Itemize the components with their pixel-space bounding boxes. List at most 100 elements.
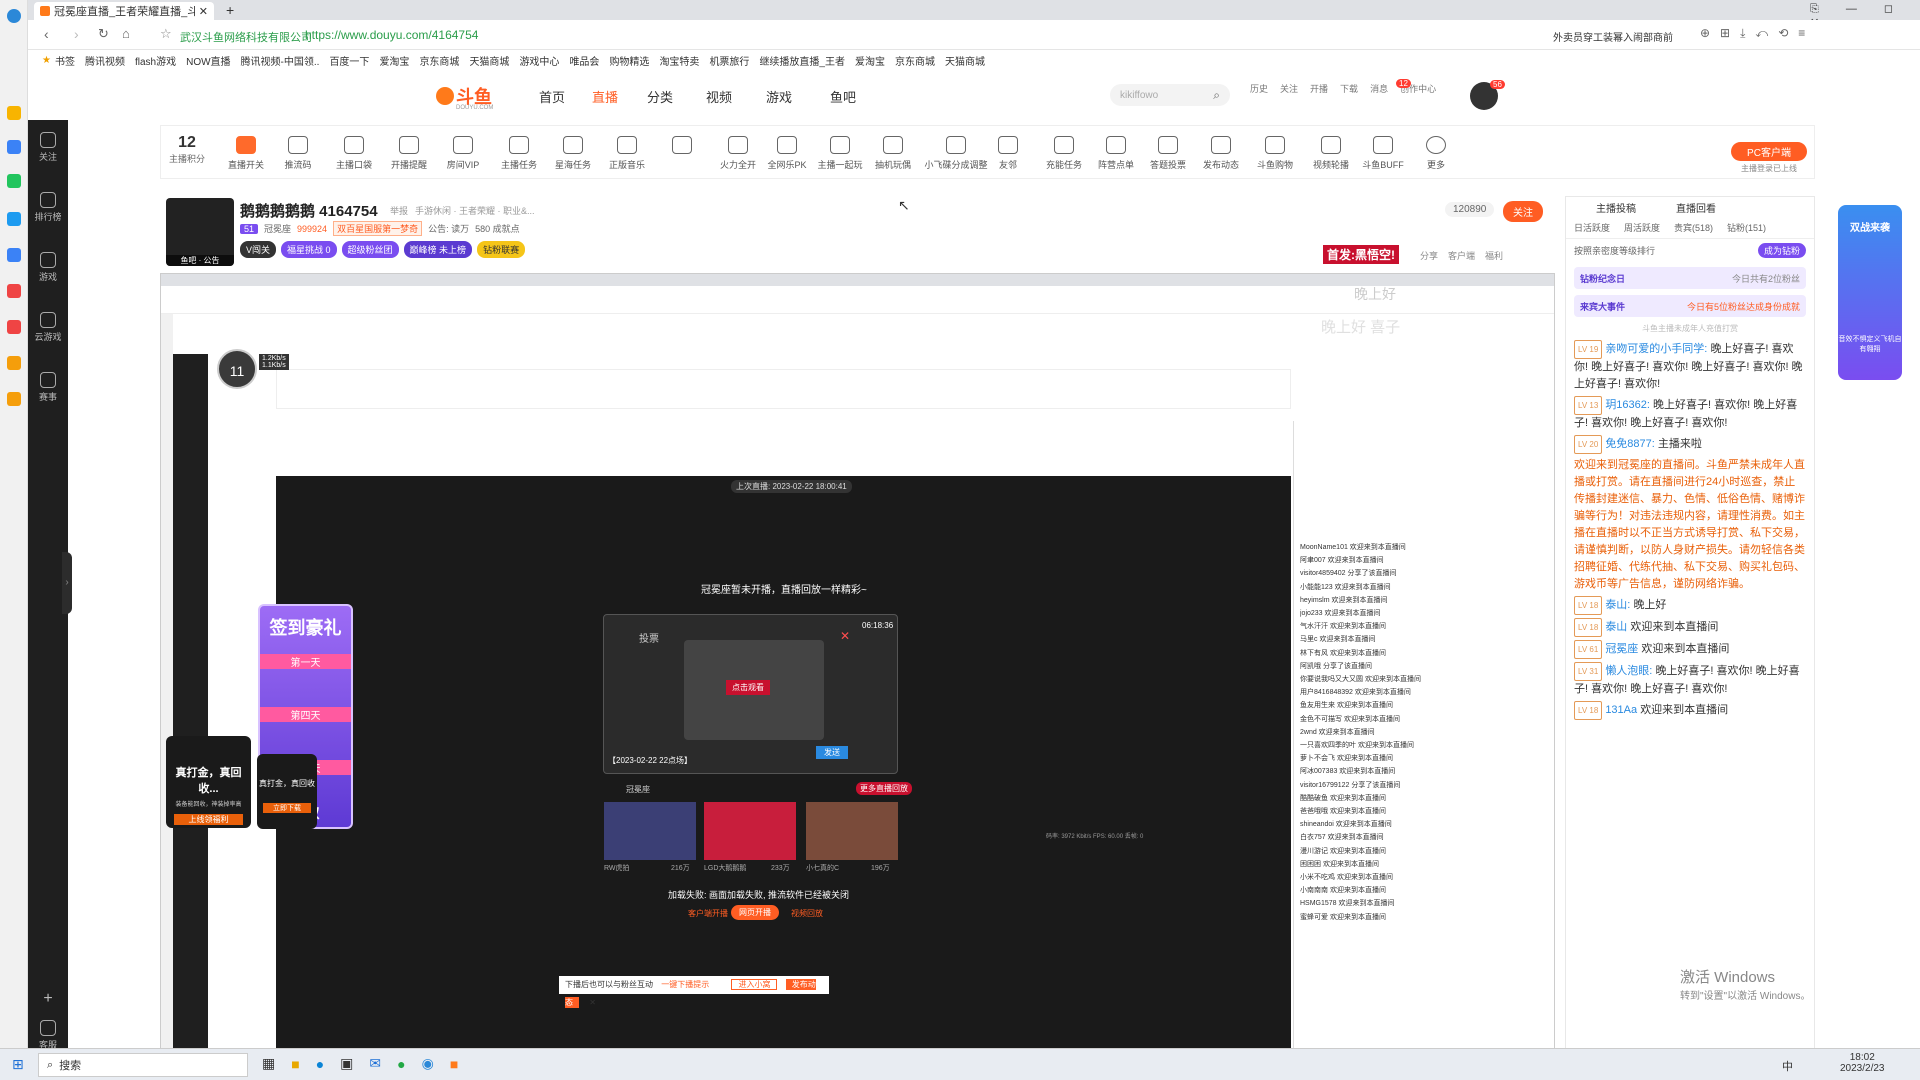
game-ad[interactable]: 真打金，真回收... 装备能回收，神装掉率高 上线领福利: [166, 736, 251, 828]
report-link[interactable]: 举报: [390, 204, 408, 217]
enter-nest-button[interactable]: 进入小窝: [731, 979, 778, 990]
room-category[interactable]: 手游休闲 · 王者荣耀 · 职业&...: [415, 204, 535, 217]
chat-username[interactable]: 泰山: [1605, 621, 1627, 633]
download-icon[interactable]: 下载: [1340, 82, 1358, 95]
anchor-posts-tab[interactable]: 主播投稿: [1596, 200, 1636, 215]
toolbar-item[interactable]: 答题投票: [1143, 136, 1193, 171]
side-match[interactable]: 赛事: [28, 372, 68, 403]
bookmark-item[interactable]: 天猫商城: [945, 53, 985, 68]
toolbar-item[interactable]: [657, 136, 707, 158]
tab-vip[interactable]: 贵宾(518): [1674, 221, 1713, 234]
side-cloud-game[interactable]: 云游戏: [28, 312, 68, 343]
chat-username[interactable]: 131Aa: [1605, 704, 1637, 716]
side-follow[interactable]: 关注: [28, 132, 68, 163]
toolbar-item[interactable]: 发布动态: [1196, 136, 1246, 171]
vip-badge[interactable]: V闯关: [240, 241, 277, 258]
web-live-button[interactable]: 网页开播: [731, 905, 779, 920]
pc-client-button[interactable]: PC客户端 主播登录已上线: [1731, 142, 1807, 174]
chat-username[interactable]: 免免8877:: [1605, 438, 1655, 450]
bookmark-item[interactable]: flash游戏: [135, 53, 176, 68]
fans-club-badge[interactable]: 超级粉丝团: [341, 241, 399, 258]
close-tip-icon[interactable]: ✕: [589, 998, 596, 1007]
bookmark-item[interactable]: 书签: [55, 53, 75, 68]
guest-event-banner[interactable]: 来宾大事件 今日有5位粉丝达成身份成就: [1574, 295, 1806, 317]
toolbar-item[interactable]: 视频轮播: [1306, 136, 1356, 171]
video-icon[interactable]: [7, 284, 21, 298]
video-thumb[interactable]: [806, 802, 898, 860]
home-icon[interactable]: ⌂: [122, 26, 130, 41]
bookmark-item[interactable]: 京东商城: [895, 53, 935, 68]
video-replay-link[interactable]: 视频回放: [791, 908, 823, 919]
back-icon[interactable]: ‹: [44, 26, 49, 42]
bookmark-item[interactable]: 继续播放直播_王者: [759, 53, 845, 68]
toolbar-item[interactable]: 阵营点单: [1091, 136, 1141, 171]
toolbar-item[interactable]: 推流码: [273, 136, 323, 171]
challenge-badge[interactable]: 福星挑战 0: [281, 241, 337, 258]
chat-icon[interactable]: [7, 174, 21, 188]
clock[interactable]: 18:02 2023/2/23: [1840, 1052, 1885, 1074]
nav-video[interactable]: 视频: [706, 87, 732, 106]
chat-username[interactable]: 懒人泡眼:: [1605, 665, 1652, 677]
bookmark-item[interactable]: 购物精选: [609, 53, 649, 68]
close-tab-icon[interactable]: ✕: [199, 5, 208, 18]
bookmark-item[interactable]: 腾讯视频: [85, 53, 125, 68]
bookmark-item[interactable]: 百度一下: [329, 53, 369, 68]
mail-app-icon[interactable]: ✉: [369, 1055, 381, 1072]
pdf-icon[interactable]: [7, 320, 21, 334]
wechat-icon[interactable]: ●: [397, 1056, 405, 1072]
game-ad-2-button[interactable]: 立即下载: [263, 803, 311, 813]
promo-float[interactable]: 双战来袭 音效不惧定义飞机自有翱翔: [1838, 205, 1902, 380]
collapse-handle[interactable]: ›: [62, 552, 72, 614]
chat-username[interactable]: 泰山:: [1605, 599, 1630, 611]
nav-category[interactable]: 分类: [647, 87, 673, 106]
chat-username[interactable]: 玥16362:: [1605, 399, 1650, 411]
chat-username[interactable]: 冠冕座: [1605, 643, 1638, 655]
nav-home[interactable]: 首页: [539, 87, 565, 106]
toolbar-item[interactable]: 更多: [1411, 136, 1461, 171]
play-button[interactable]: 点击观看: [726, 680, 770, 695]
toolbar-item[interactable]: 开播提醒: [384, 136, 434, 171]
toolbar-item[interactable]: 星海任务: [548, 136, 598, 171]
toolbar-item[interactable]: 主播一起玩: [815, 136, 865, 171]
anchor-avatar[interactable]: 鱼吧 · 公告: [166, 198, 234, 266]
task-view-icon[interactable]: ▦: [262, 1055, 275, 1072]
toolbar-item[interactable]: 主播任务: [494, 136, 544, 171]
bottom-link[interactable]: 一键下播提示: [661, 980, 709, 989]
news-ticker[interactable]: 外卖员穿工装幂入闹部商前: [1553, 29, 1673, 44]
client-live-link[interactable]: 客户端开播: [688, 908, 728, 919]
browser-logo-icon[interactable]: [7, 9, 21, 23]
toolbar-item[interactable]: 友邻: [983, 136, 1033, 171]
search-icon[interactable]: ⌕: [1213, 88, 1220, 103]
douyu-app-icon[interactable]: ■: [450, 1056, 458, 1072]
tab-daily[interactable]: 日活跃度: [1574, 221, 1610, 234]
send-button[interactable]: 发送: [816, 746, 848, 759]
file-explorer-icon[interactable]: ■: [291, 1056, 299, 1072]
reload-icon[interactable]: ↻: [98, 26, 109, 42]
peak-rank-badge[interactable]: 巅峰榜 未上榜: [403, 241, 473, 258]
tab-diamond[interactable]: 钻粉(151): [1727, 221, 1766, 234]
side-service[interactable]: 客服: [28, 1020, 68, 1051]
share-button[interactable]: 分享: [1420, 249, 1438, 262]
become-fan-button[interactable]: 成为钻粉: [1757, 242, 1806, 258]
add-icon[interactable]: +: [28, 990, 68, 1008]
replay-tab[interactable]: 直播回看: [1676, 200, 1716, 215]
game-ad-button[interactable]: 上线领福利: [174, 814, 243, 825]
video-thumb[interactable]: [704, 802, 796, 860]
video-thumb[interactable]: [604, 802, 696, 860]
bookmark-item[interactable]: 天猫商城: [469, 53, 509, 68]
diamond-anniversary-banner[interactable]: 钻粉纪念日 今日共有2位粉丝: [1574, 267, 1806, 289]
folder-icon[interactable]: [7, 392, 21, 406]
promo-banner[interactable]: 首发:黑悟空!: [1323, 245, 1399, 264]
follow-button[interactable]: 关注: [1503, 201, 1543, 222]
replay-card[interactable]: 投票 06:18:36 点击观看 ✕ 【2023-02-22 22点场】 发送: [603, 614, 898, 774]
bookmark-item[interactable]: 腾讯视频-中国领..: [241, 53, 320, 68]
toolbar-item[interactable]: 正版音乐: [602, 136, 652, 171]
tab-weekly[interactable]: 周活跃度: [1624, 221, 1660, 234]
extension-icons[interactable]: ⊕⊞⤓⤺⟲≡: [1700, 26, 1815, 41]
toolbar-item[interactable]: 火力全开: [713, 136, 763, 171]
nav-live[interactable]: 直播: [592, 87, 618, 106]
follow-icon[interactable]: 关注: [1280, 82, 1298, 95]
bookmark-item[interactable]: 爱淘宝: [379, 53, 409, 68]
side-game[interactable]: 游戏: [28, 252, 68, 283]
welfare-button[interactable]: 福利: [1485, 249, 1503, 262]
